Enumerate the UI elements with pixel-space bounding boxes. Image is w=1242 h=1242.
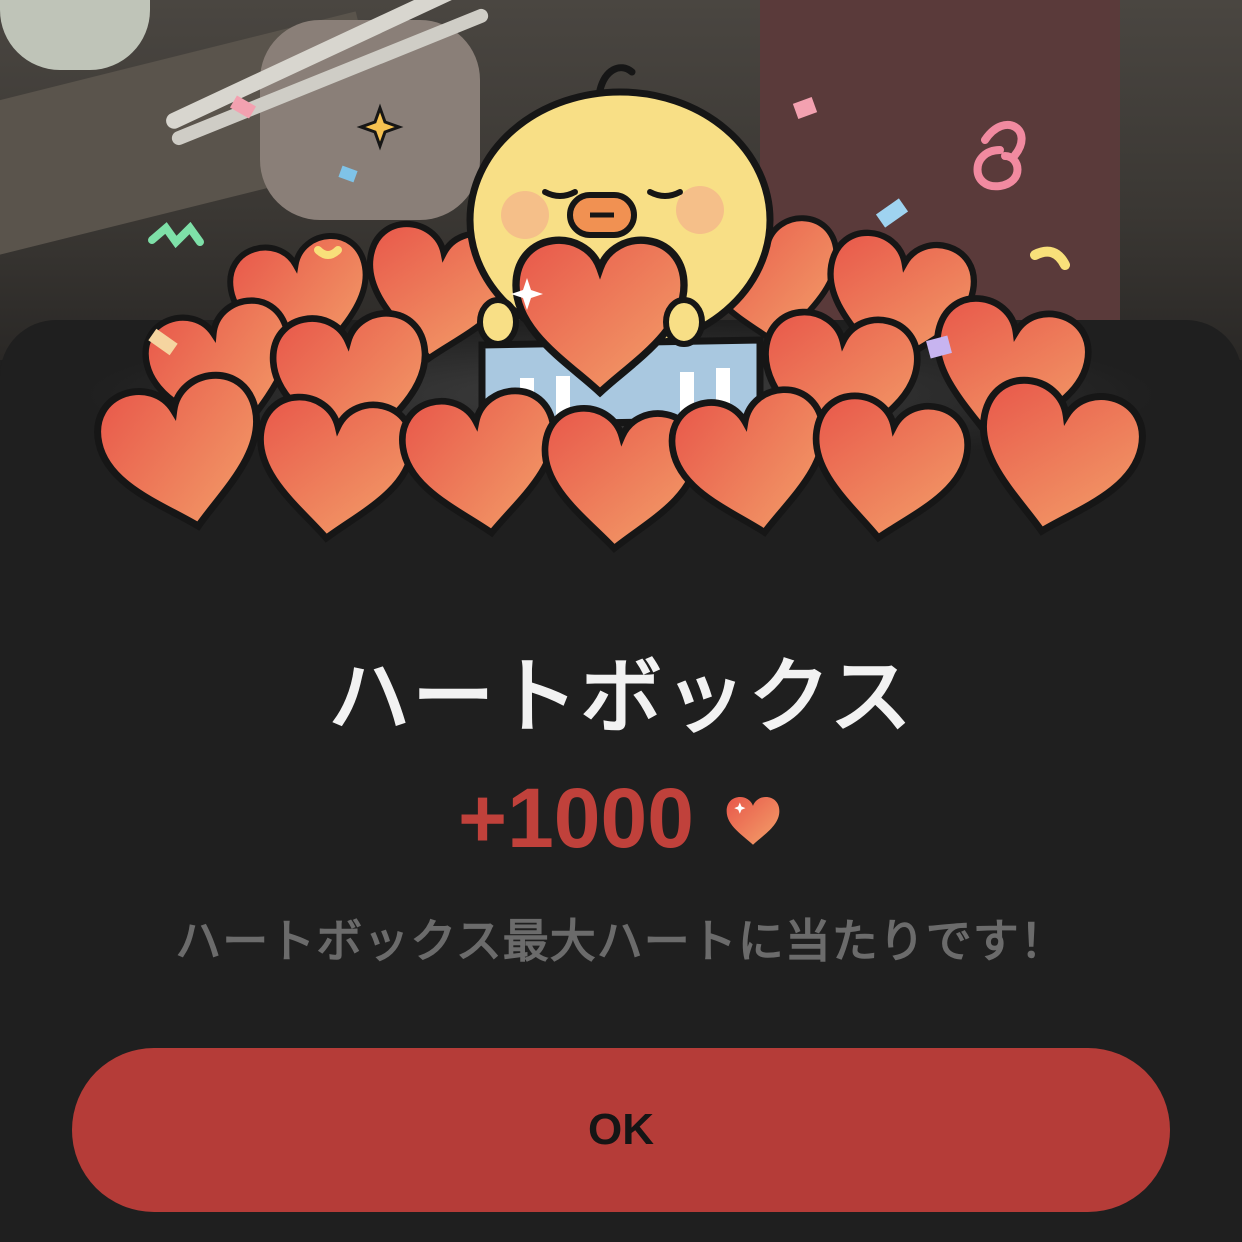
chick-character <box>466 64 774 429</box>
reward-amount: +1000 <box>458 771 694 865</box>
reward-description: ハートボックス最大ハートに当たりです！ <box>175 914 1067 968</box>
reward-amount-row: +1000 <box>0 770 1242 867</box>
chick-holding-heart-illustration <box>0 64 1242 600</box>
heart-icon <box>726 796 780 845</box>
ok-button-label: OK <box>588 1105 654 1154</box>
dialog-title: ハートボックス <box>328 650 914 745</box>
ok-button[interactable]: OK <box>72 1048 1170 1212</box>
